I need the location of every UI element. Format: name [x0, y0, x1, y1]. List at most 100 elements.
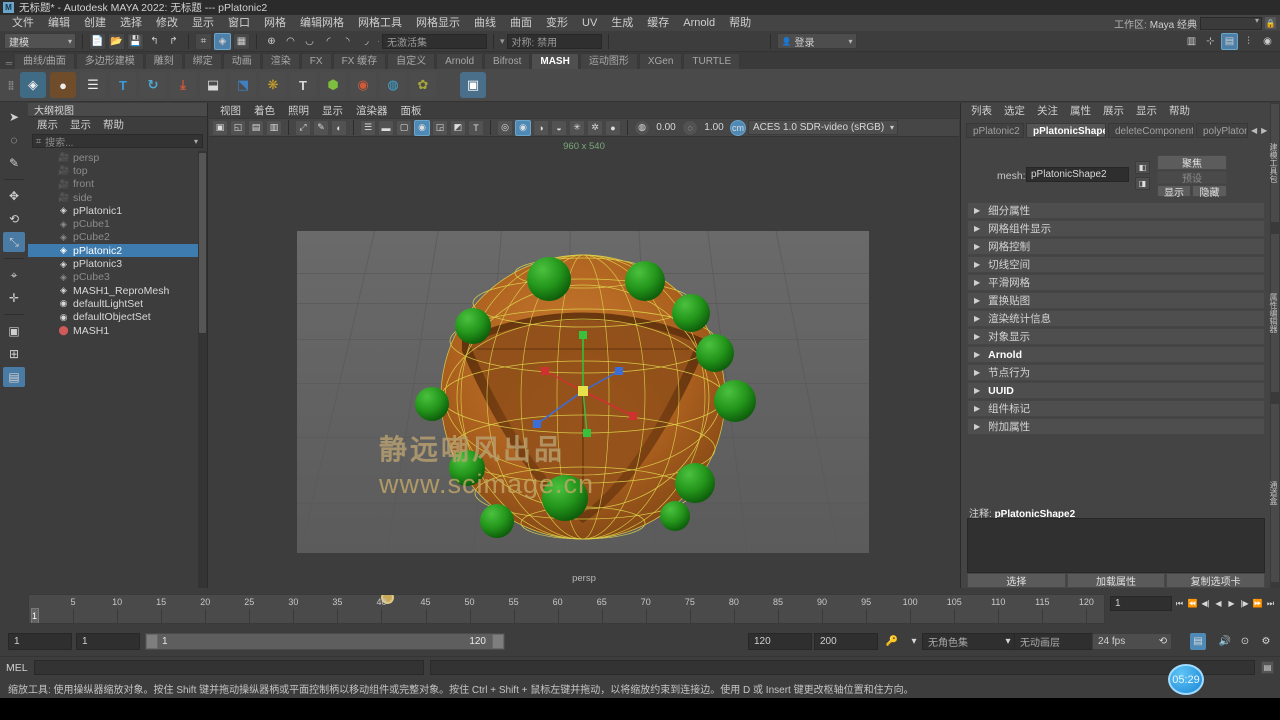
scale-tool-icon[interactable]: ⤡	[3, 232, 25, 252]
gamma-correction-icon[interactable]: ◒	[551, 119, 567, 136]
select-output-node-icon[interactable]: ◨	[1135, 177, 1150, 190]
viewport-menu-照明[interactable]: 照明	[282, 103, 315, 118]
mesh-name-field[interactable]: pPlatonicShape2	[1026, 167, 1129, 182]
ae-tab-prev-icon[interactable]: ◀	[1250, 126, 1258, 135]
lock-icon[interactable]: 🔒	[1265, 17, 1276, 29]
show-hypergraph-icon[interactable]: ⊹	[1202, 33, 1219, 50]
open-scene-icon[interactable]: 📂	[108, 32, 125, 50]
script-editor-icon[interactable]: ▤	[1261, 661, 1274, 674]
go-to-start-icon[interactable]: ⏮	[1174, 596, 1185, 611]
preset-button[interactable]: 预设	[1157, 171, 1227, 185]
menu-16[interactable]: 缓存	[640, 15, 676, 31]
time-slider-track[interactable]: 1 5 10 15 20 25 30 35 40 45 50 55 60 65 70 75 80 85 90 95 1…	[28, 594, 1105, 624]
ae-section-置换贴图[interactable]: ▶ 置换贴图	[967, 292, 1265, 309]
last-tool-icon[interactable]: ⌖	[3, 265, 25, 285]
menu-set-dropdown[interactable]: 建模	[4, 33, 76, 49]
menu-13[interactable]: 变形	[539, 15, 575, 31]
step-forward-icon[interactable]: |▶	[1239, 596, 1250, 611]
redo-icon[interactable]: ↱	[165, 33, 182, 50]
anim-end-field[interactable]: 200	[814, 633, 878, 650]
menu-7[interactable]: 网格	[257, 15, 293, 31]
select-hierarchy-icon[interactable]: ⌗	[195, 32, 212, 50]
mash-text2-icon[interactable]: T	[290, 72, 316, 98]
menu-0[interactable]: 文件	[5, 15, 41, 31]
ae-tab-next-icon[interactable]: ▶	[1260, 126, 1268, 135]
cycle-icon[interactable]: ⟲	[1156, 633, 1170, 650]
mash-world-icon[interactable]: ◍	[380, 72, 406, 98]
outliner-item-side[interactable]: 🎥 side	[28, 191, 198, 204]
go-to-end-icon[interactable]: ⏭	[1265, 596, 1276, 611]
exposure-value[interactable]: 0.00	[652, 122, 680, 133]
outliner-item-defaultLightSet[interactable]: ◉ defaultLightSet	[28, 297, 198, 310]
ae-section-渲染统计信息[interactable]: ▶ 渲染统计信息	[967, 310, 1265, 327]
menu-12[interactable]: 曲面	[503, 15, 539, 31]
snap-curve-icon[interactable]: ◠	[282, 33, 299, 50]
mash-influence-icon[interactable]: ◉	[350, 72, 376, 98]
sound-icon[interactable]: 🔊	[1218, 633, 1232, 650]
outliner-item-top[interactable]: 🎥 top	[28, 164, 198, 177]
outliner-item-pCube1[interactable]: ◈ pCube1	[28, 217, 198, 230]
viewport-menu-显示[interactable]: 显示	[316, 103, 349, 118]
xray-active-icon[interactable]: ●	[605, 119, 621, 136]
ae-menu-属性[interactable]: 属性	[1064, 103, 1097, 118]
ae-section-细分属性[interactable]: ▶ 细分属性	[967, 202, 1265, 219]
select-component-icon[interactable]: ▦	[233, 32, 250, 50]
ae-menu-选定[interactable]: 选定	[998, 103, 1031, 118]
gamma-reset-icon[interactable]: ◌	[682, 119, 698, 136]
shelf-grip-icon[interactable]: ═	[4, 57, 14, 69]
outliner-item-persp[interactable]: 🎥 persp	[28, 151, 198, 164]
character-set-dropdown-icon[interactable]: ▾	[1002, 633, 1014, 650]
ae-section-对象显示[interactable]: ▶ 对象显示	[967, 328, 1265, 345]
move-tool-icon[interactable]: ✥	[3, 186, 25, 206]
mash-text-icon[interactable]: T	[110, 72, 136, 98]
vertical-tab-建模工具包[interactable]: 建模工具包	[1269, 103, 1280, 223]
two-d-pan-zoom-icon[interactable]: ⤢	[295, 119, 311, 136]
outliner-item-pCube2[interactable]: ◈ pCube2	[28, 231, 198, 244]
playback-start-field[interactable]: 1	[76, 633, 140, 650]
mash-network-icon[interactable]: ◈	[20, 72, 46, 98]
xray-icon[interactable]: ✳	[569, 119, 585, 136]
mash-distribute-icon[interactable]: ⬓	[200, 72, 226, 98]
save-scene-icon[interactable]: 💾	[127, 32, 144, 50]
viewport-3d-scene[interactable]	[297, 231, 869, 553]
shelf-tab-雕刻[interactable]: 雕刻	[144, 53, 183, 69]
ae-section-Arnold[interactable]: ▶ Arnold	[967, 346, 1265, 363]
outliner-item-MASH1[interactable]: ⬤ MASH1	[28, 324, 198, 337]
mash-sphere-icon[interactable]: ●	[50, 72, 76, 98]
range-slider[interactable]: 1 120	[145, 633, 505, 650]
step-back-key-icon[interactable]: ⏪	[1187, 596, 1198, 611]
bookmark-icon[interactable]: ▤	[248, 119, 264, 136]
ae-section-UUID[interactable]: ▶ UUID	[967, 382, 1265, 399]
ae-tab-pPlatonic2[interactable]: pPlatonic2	[966, 123, 1024, 138]
range-handle-left[interactable]	[146, 634, 158, 649]
vertical-tab-通道盒[interactable]: 通道盒	[1269, 403, 1280, 583]
select-object-icon[interactable]: ◈	[214, 32, 231, 50]
outliner-search-box[interactable]: ⌗ 搜索...	[32, 134, 203, 149]
login-button[interactable]: 👤 登录	[776, 33, 857, 49]
ae-footer-选择[interactable]: 选择	[967, 573, 1066, 588]
ae-section-网格组件显示[interactable]: ▶ 网格组件显示	[967, 220, 1265, 237]
outliner-item-pPlatonic1[interactable]: ◈ pPlatonic1	[28, 204, 198, 217]
viewport-menu-视图[interactable]: 视图	[214, 103, 247, 118]
key-icon[interactable]: ⊙	[1238, 633, 1252, 650]
snap-projected-icon[interactable]: ◜	[320, 33, 337, 50]
outliner-item-MASH1_ReproMesh[interactable]: ◈ MASH1_ReproMesh	[28, 284, 198, 297]
ae-tab-deleteComponent2[interactable]: deleteComponent2	[1108, 123, 1194, 138]
playback-end-field[interactable]: 120	[748, 633, 812, 650]
select-input-node-icon[interactable]: ◧	[1135, 161, 1150, 174]
grease-pencil-icon[interactable]: ✎	[313, 119, 329, 136]
multisample-aa-icon[interactable]: ◉	[515, 119, 531, 136]
play-backwards-icon[interactable]: ◀	[1213, 596, 1224, 611]
shelf-tab-Arnold[interactable]: Arnold	[436, 53, 484, 69]
mash-trails-icon[interactable]: ↻	[140, 72, 166, 98]
shadows-icon[interactable]: ◩	[450, 119, 466, 136]
menu-3[interactable]: 选择	[113, 15, 149, 31]
lasso-tool-icon[interactable]: ◌	[3, 130, 25, 150]
ipr-icon[interactable]: ◐	[331, 119, 347, 136]
use-lights-icon[interactable]: ◲	[432, 119, 448, 136]
shelf-tab-FX 缓存[interactable]: FX 缓存	[332, 53, 387, 69]
shelf-tab-TURTLE[interactable]: TURTLE	[683, 53, 741, 69]
snap-point-icon[interactable]: ◡	[301, 33, 318, 50]
ae-section-附加属性[interactable]: ▶ 附加属性	[967, 418, 1265, 435]
undo-icon[interactable]: ↰	[146, 33, 163, 50]
